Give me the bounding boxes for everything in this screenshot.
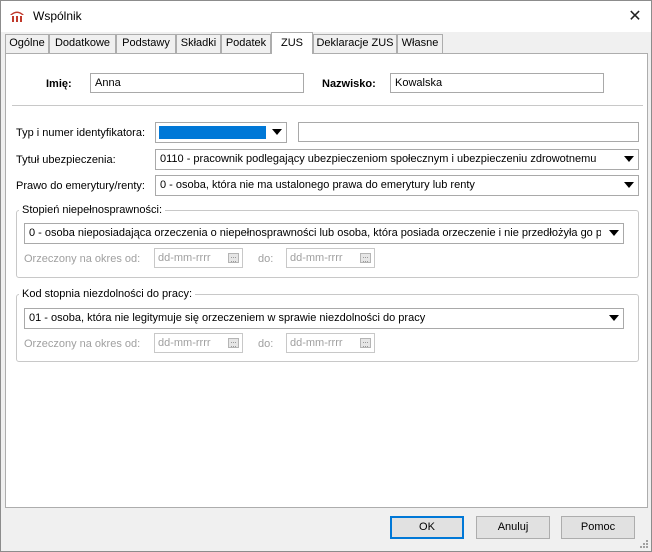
incapacity-period-label: Orzeczony na okres od: <box>24 338 141 350</box>
insurance-title-select[interactable]: 0110 - pracownik podlegający ubezpieczen… <box>155 149 639 170</box>
zus-tab-panel: Imię: Anna Nazwisko: Kowalska Typ i nume… <box>5 53 648 508</box>
disability-period-label: Orzeczony na okres od: <box>24 253 141 265</box>
tab-dodatkowe[interactable]: Dodatkowe <box>49 34 116 53</box>
chevron-down-icon <box>624 156 634 162</box>
chevron-down-icon <box>272 129 282 135</box>
disability-value: 0 - osoba nieposiadająca orzeczenia o ni… <box>29 227 601 239</box>
calendar-icon[interactable] <box>228 253 239 263</box>
disability-from-date[interactable]: dd-mm-rrrr <box>154 248 243 268</box>
disability-to-label: do: <box>258 253 274 265</box>
tab-podstawy[interactable]: Podstawy <box>116 34 176 53</box>
disability-select[interactable]: 0 - osoba nieposiadająca orzeczenia o ni… <box>24 223 624 244</box>
tab-zus[interactable]: ZUS <box>271 32 313 54</box>
calendar-icon[interactable] <box>360 338 371 348</box>
app-logo-icon <box>10 11 24 22</box>
date-placeholder: dd-mm-rrrr <box>158 252 211 264</box>
title-bar: Wspólnik ✕ <box>1 1 651 32</box>
first-name-field[interactable]: Anna <box>90 73 304 93</box>
pension-right-select[interactable]: 0 - osoba, która nie ma ustalonego prawa… <box>155 175 639 196</box>
incapacity-to-label: do: <box>258 338 274 350</box>
cancel-button[interactable]: Anuluj <box>476 516 550 539</box>
tab-skladki[interactable]: Składki <box>176 34 221 53</box>
separator <box>12 105 643 106</box>
dialog-window: Wspólnik ✕ Ogólne Dodatkowe Podstawy Skł… <box>0 0 652 552</box>
identifier-label: Typ i numer identyfikatora: <box>16 127 146 139</box>
chevron-down-icon <box>624 182 634 188</box>
calendar-icon[interactable] <box>228 338 239 348</box>
calendar-icon[interactable] <box>360 253 371 263</box>
close-button[interactable]: ✕ <box>623 5 647 27</box>
disability-group-title: Stopień niepełnosprawności: <box>19 204 166 216</box>
identifier-type-select[interactable] <box>155 122 287 143</box>
insurance-title-value: 0110 - pracownik podlegający ubezpieczen… <box>160 153 597 165</box>
button-bar: OK Anuluj Pomoc <box>1 508 651 551</box>
first-name-label: Imię: <box>46 78 72 90</box>
tab-podatek[interactable]: Podatek <box>221 34 271 53</box>
chevron-down-icon <box>609 230 619 236</box>
disability-to-date[interactable]: dd-mm-rrrr <box>286 248 375 268</box>
incapacity-from-date[interactable]: dd-mm-rrrr <box>154 333 243 353</box>
ok-button[interactable]: OK <box>390 516 464 539</box>
pension-right-value: 0 - osoba, która nie ma ustalonego prawa… <box>160 179 475 191</box>
window-title: Wspólnik <box>33 9 82 23</box>
incapacity-to-date[interactable]: dd-mm-rrrr <box>286 333 375 353</box>
insurance-title-label: Tytuł ubezpieczenia: <box>16 154 116 166</box>
identifier-type-selection <box>159 126 266 139</box>
tab-wlasne[interactable]: Własne <box>397 34 443 53</box>
tab-deklaracje-zus[interactable]: Deklaracje ZUS <box>313 34 397 53</box>
incapacity-value: 01 - osoba, która nie legitymuje się orz… <box>29 312 426 324</box>
resize-grip-icon[interactable] <box>639 539 649 549</box>
last-name-field[interactable]: Kowalska <box>390 73 604 93</box>
pension-right-label: Prawo do emerytury/renty: <box>16 180 145 192</box>
identifier-number-field[interactable] <box>298 122 639 142</box>
incapacity-select[interactable]: 01 - osoba, która nie legitymuje się orz… <box>24 308 624 329</box>
close-icon: ✕ <box>628 8 642 25</box>
date-placeholder: dd-mm-rrrr <box>290 337 343 349</box>
tab-ogolne[interactable]: Ogólne <box>5 34 49 53</box>
help-button[interactable]: Pomoc <box>561 516 635 539</box>
date-placeholder: dd-mm-rrrr <box>290 252 343 264</box>
incapacity-group-title: Kod stopnia niezdolności do pracy: <box>19 288 195 300</box>
date-placeholder: dd-mm-rrrr <box>158 337 211 349</box>
last-name-label: Nazwisko: <box>322 78 376 90</box>
chevron-down-icon <box>609 315 619 321</box>
